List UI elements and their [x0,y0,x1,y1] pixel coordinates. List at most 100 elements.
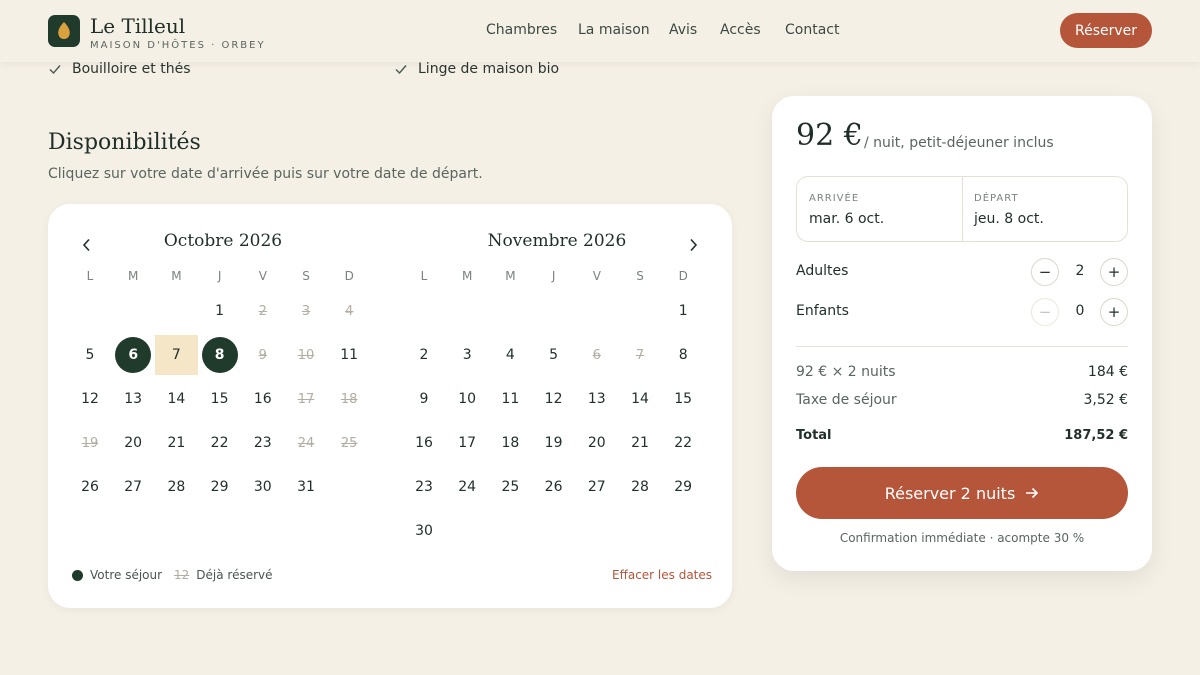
calendar-day[interactable]: 21 [156,423,196,463]
calendar-day[interactable]: 1 [663,291,703,331]
calendar-day[interactable]: 31 [286,467,326,507]
calendar-day[interactable]: 18 [490,423,530,463]
nav-la-maison[interactable]: La maison [578,22,650,38]
calendar-day[interactable]: 17 [447,423,487,463]
calendar-day: 19 [81,435,99,451]
adults-label: Adultes [796,263,849,279]
nav-avis[interactable]: Avis [669,22,697,38]
calendar-day[interactable]: 30 [243,467,283,507]
calendar-day[interactable]: 14 [620,379,660,419]
children-label: Enfants [796,303,849,319]
clear-dates-link[interactable]: Effacer les dates [612,568,712,582]
calendar-day: 7 [635,347,645,363]
calendar-day[interactable]: 5 [70,335,110,375]
minus-icon: − [1038,263,1052,281]
calendar-day[interactable]: 3 [447,335,487,375]
calendar-card: Octobre 2026 Novembre 2026 Votre séjour … [48,204,732,608]
nav-contact[interactable]: Contact [785,22,839,38]
weekday-label: D [344,269,354,283]
calendar-day[interactable]: 6 [115,337,152,373]
amenity-label: Bouilloire et thés [72,61,191,77]
calendar-day[interactable]: 1 [200,291,240,331]
departure-field[interactable]: DÉPART jeu. 8 oct. [963,177,1128,241]
calendar-day[interactable]: 21 [620,423,660,463]
calendar-day[interactable]: 9 [404,379,444,419]
calendar-day[interactable]: 13 [577,379,617,419]
calendar-day[interactable]: 29 [663,467,703,507]
calendar-day[interactable]: 5 [534,335,574,375]
calendar-day[interactable]: 11 [490,379,530,419]
adults-decrement-button[interactable]: − [1031,258,1059,286]
calendar-day[interactable]: 8 [663,335,703,375]
price-unit: / nuit, petit-déjeuner inclus [864,135,1054,151]
reserve-nights-button[interactable]: Réserver 2 nuits [796,467,1128,519]
tax-line-label: Taxe de séjour [796,392,897,408]
calendar-day[interactable]: 15 [663,379,703,419]
calendar-day[interactable]: 10 [447,379,487,419]
legend-stay: Votre séjour [72,568,162,582]
calendar-day[interactable]: 13 [113,379,153,419]
calendar-day[interactable]: 4 [490,335,530,375]
calendar-day[interactable]: 20 [577,423,617,463]
legend-stay-label: Votre séjour [90,568,163,582]
weekday-label: V [258,269,267,283]
calendar-day[interactable]: 20 [113,423,153,463]
calendar-day[interactable]: 23 [243,423,283,463]
children-increment-button[interactable]: + [1100,298,1128,326]
calendar-day[interactable]: 16 [404,423,444,463]
amenity-label: Linge de maison bio [418,61,560,77]
weekday-label: S [636,269,644,283]
weekday-label: V [592,269,601,283]
check-icon [49,65,61,75]
calendar-day[interactable]: 22 [663,423,703,463]
calendar-day[interactable]: 8 [201,337,238,373]
header-reserve-button[interactable]: Réserver [1060,13,1152,48]
calendar-day[interactable]: 30 [404,511,444,551]
departure-value: jeu. 8 oct. [974,211,1044,227]
calendar-day[interactable]: 25 [490,467,530,507]
nav-acces[interactable]: Accès [720,22,761,38]
calendar-day: 4 [345,303,354,319]
brand-name[interactable]: Le Tilleul [90,14,185,38]
weekday-label: M [505,269,516,283]
calendar-day[interactable]: 2 [404,335,444,375]
calendar-day[interactable]: 19 [534,423,574,463]
weekday-label: L [86,269,94,283]
calendar-day[interactable]: 15 [200,379,240,419]
calendar-day[interactable]: 12 [534,379,574,419]
confirmation-note: Confirmation immédiate · acompte 30 % [839,531,1085,545]
calendar-day[interactable]: 28 [156,467,196,507]
calendar-day: 17 [297,391,315,407]
adults-increment-button[interactable]: + [1100,258,1128,286]
calendar-day[interactable]: 24 [447,467,487,507]
stay-dot-icon [72,569,83,581]
calendar-day[interactable]: 26 [70,467,110,507]
calendar-day: 24 [297,435,315,451]
arrival-value: mar. 6 oct. [809,211,885,227]
calendar-day[interactable]: 14 [156,379,196,419]
children-decrement-button[interactable]: − [1031,298,1059,326]
calendar-day[interactable]: 12 [70,379,110,419]
plus-icon: + [1107,263,1121,281]
calendar-day[interactable]: 29 [200,467,240,507]
calendar-day[interactable]: 11 [329,335,369,375]
weekday-label: J [217,269,222,283]
nav-chambres[interactable]: Chambres [486,22,557,38]
dates-box: ARRIVÉE mar. 6 oct. DÉPART jeu. 8 oct. [796,176,1128,242]
calendar-day[interactable]: 7 [154,335,198,375]
month-title-november: Novembre 2026 [487,231,627,251]
calendar-day[interactable]: 26 [534,467,574,507]
calendar-day[interactable]: 22 [200,423,240,463]
calendar-day: 2 [258,303,267,319]
calendar-day[interactable]: 27 [577,467,617,507]
legend-booked-label: Déjà réservé [196,568,273,582]
calendar-day[interactable]: 27 [113,467,153,507]
arrival-field[interactable]: ARRIVÉE mar. 6 oct. [797,177,962,241]
calendar-day: 9 [258,347,267,363]
linden-leaf-logo-icon[interactable] [48,15,80,47]
calendar-day[interactable]: 16 [243,379,283,419]
calendar-day[interactable]: 28 [620,467,660,507]
tax-line-value: 3,52 € [1083,392,1128,408]
calendar-day[interactable]: 23 [404,467,444,507]
weekday-label: S [302,269,310,283]
